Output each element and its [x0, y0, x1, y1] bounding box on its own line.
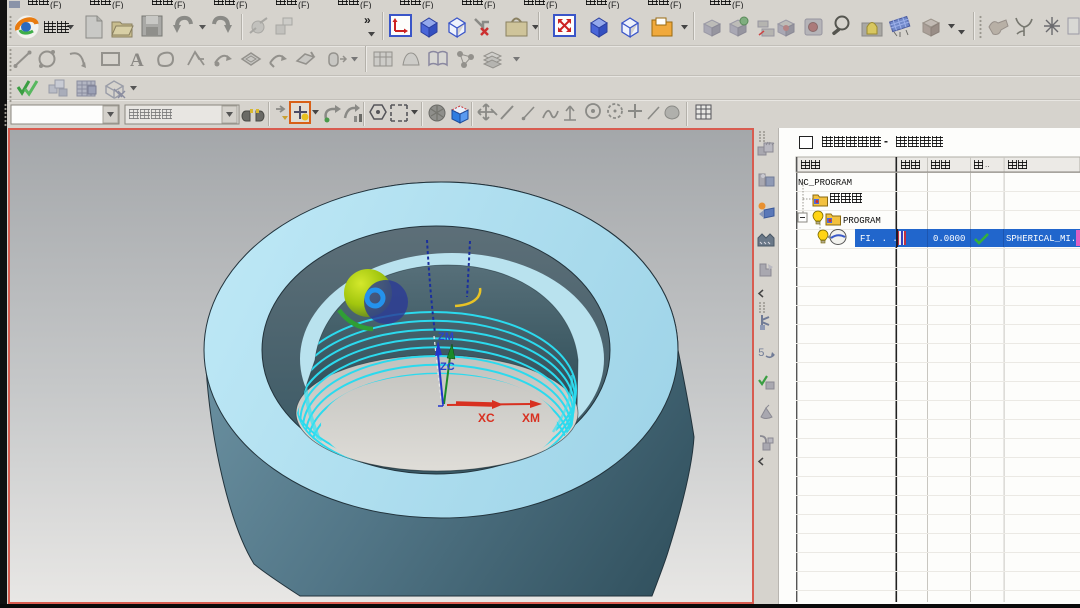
svg-text:XM: XM [522, 411, 540, 425]
svg-text:ZM: ZM [438, 331, 454, 343]
svg-text:XC: XC [478, 411, 495, 425]
svg-text:5: 5 [758, 348, 765, 360]
svg-text:ZC: ZC [440, 361, 455, 373]
svg-text:»: » [364, 13, 371, 27]
svg-text:A: A [130, 50, 144, 71]
